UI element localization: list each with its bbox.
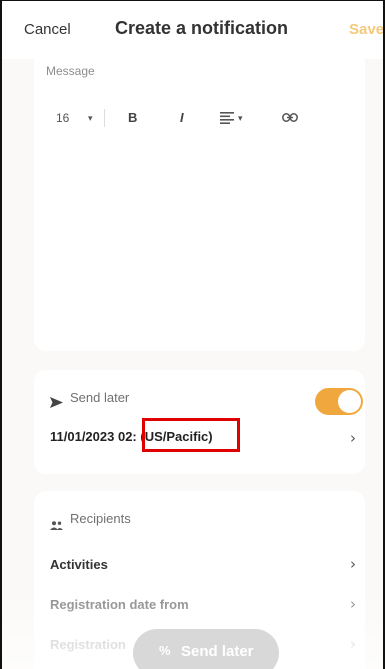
chevron-right-icon[interactable]: › — [350, 555, 356, 573]
send-later-card: Send later 11/01/2023 02: (US/Pacific) › — [34, 370, 365, 474]
link-icon[interactable] — [282, 109, 298, 122]
recipients-label: Recipients — [70, 511, 131, 526]
send-later-button-label: Send later — [181, 643, 254, 660]
send-later-button[interactable]: % Send later — [133, 629, 279, 669]
page-title: Create a notification — [115, 18, 289, 38]
screen: Cancel Create a notification Save Messag… — [0, 0, 385, 669]
chevron-right-icon[interactable]: › — [350, 595, 356, 613]
cancel-button[interactable]: Cancel — [24, 21, 71, 38]
toggle-knob — [338, 390, 361, 413]
send-date-time: 11/01/2023 02: — [50, 429, 137, 444]
chevron-right-icon[interactable]: › — [350, 635, 356, 653]
bold-button[interactable]: B — [128, 109, 137, 127]
send-later-label: Send later — [70, 390, 130, 405]
save-button[interactable]: Save — [349, 21, 383, 38]
recipient-row-registration-date[interactable]: Registration date from — [50, 597, 189, 612]
people-icon — [50, 515, 63, 534]
send-icon — [50, 393, 63, 412]
chevron-right-icon[interactable]: › — [350, 429, 356, 447]
editor-toolbar: 16 ▾ B I ▾ — [56, 109, 316, 129]
recipient-row-activities[interactable]: Activities — [50, 557, 108, 572]
recipient-row-registration[interactable]: Registration — [50, 637, 126, 652]
chevron-down-icon[interactable]: ▾ — [238, 109, 243, 127]
chevron-down-icon[interactable]: ▾ — [88, 109, 93, 127]
toolbar-divider — [104, 109, 105, 127]
align-icon[interactable] — [220, 109, 234, 124]
italic-button[interactable]: I — [180, 109, 184, 127]
message-card[interactable]: Message 16 ▾ B I ▾ — [34, 51, 365, 351]
font-size-select[interactable]: 16 — [56, 109, 69, 127]
percent-icon: % — [159, 643, 171, 658]
message-label: Message — [46, 64, 95, 78]
send-later-toggle[interactable] — [315, 388, 363, 415]
highlight-box — [142, 418, 240, 452]
